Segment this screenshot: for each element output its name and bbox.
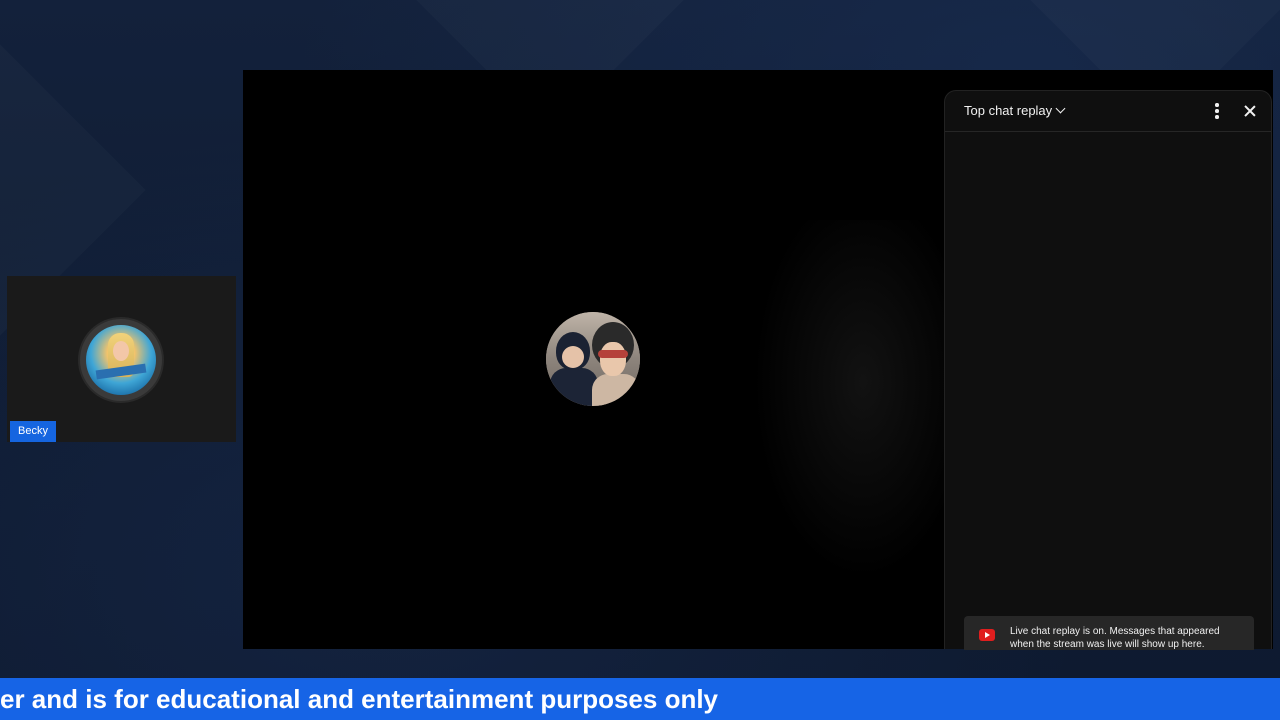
menu-dot bbox=[1215, 115, 1219, 119]
close-icon[interactable] bbox=[1240, 101, 1260, 121]
avatar-face bbox=[113, 341, 129, 361]
host-avatar bbox=[546, 312, 640, 406]
avatar-person-face bbox=[600, 342, 626, 376]
video-glow bbox=[753, 220, 973, 580]
guest-avatar-image bbox=[86, 325, 156, 395]
chat-panel: Top chat replay Live chat replay is on. … bbox=[944, 90, 1272, 650]
guest-avatar bbox=[80, 319, 162, 401]
ticker-text: er and is for educational and entertainm… bbox=[0, 684, 719, 714]
chat-replay-notice: Live chat replay is on. Messages that ap… bbox=[964, 616, 1254, 650]
youtube-icon bbox=[979, 629, 995, 641]
more-vert-icon[interactable] bbox=[1207, 101, 1227, 121]
menu-dot bbox=[1215, 103, 1219, 107]
disclaimer-ticker: er and is for educational and entertainm… bbox=[0, 678, 1280, 720]
chat-replay-notice-text: Live chat replay is on. Messages that ap… bbox=[1010, 626, 1220, 650]
guest-name-tag: Becky bbox=[10, 421, 56, 442]
chat-header: Top chat replay bbox=[945, 91, 1271, 132]
chevron-down-icon bbox=[1055, 103, 1066, 114]
avatar-person-body bbox=[550, 368, 598, 406]
chat-mode-label: Top chat replay bbox=[964, 103, 1053, 118]
menu-dot bbox=[1215, 109, 1219, 113]
avatar-banner bbox=[95, 363, 147, 380]
stream-stage: Becky Top chat replay Live chat replay i… bbox=[0, 0, 1280, 720]
avatar-person-face bbox=[562, 346, 584, 368]
avatar-person-body bbox=[592, 374, 640, 406]
avatar-sunglasses bbox=[598, 350, 628, 358]
chat-mode-dropdown[interactable]: Top chat replay bbox=[964, 102, 1066, 120]
